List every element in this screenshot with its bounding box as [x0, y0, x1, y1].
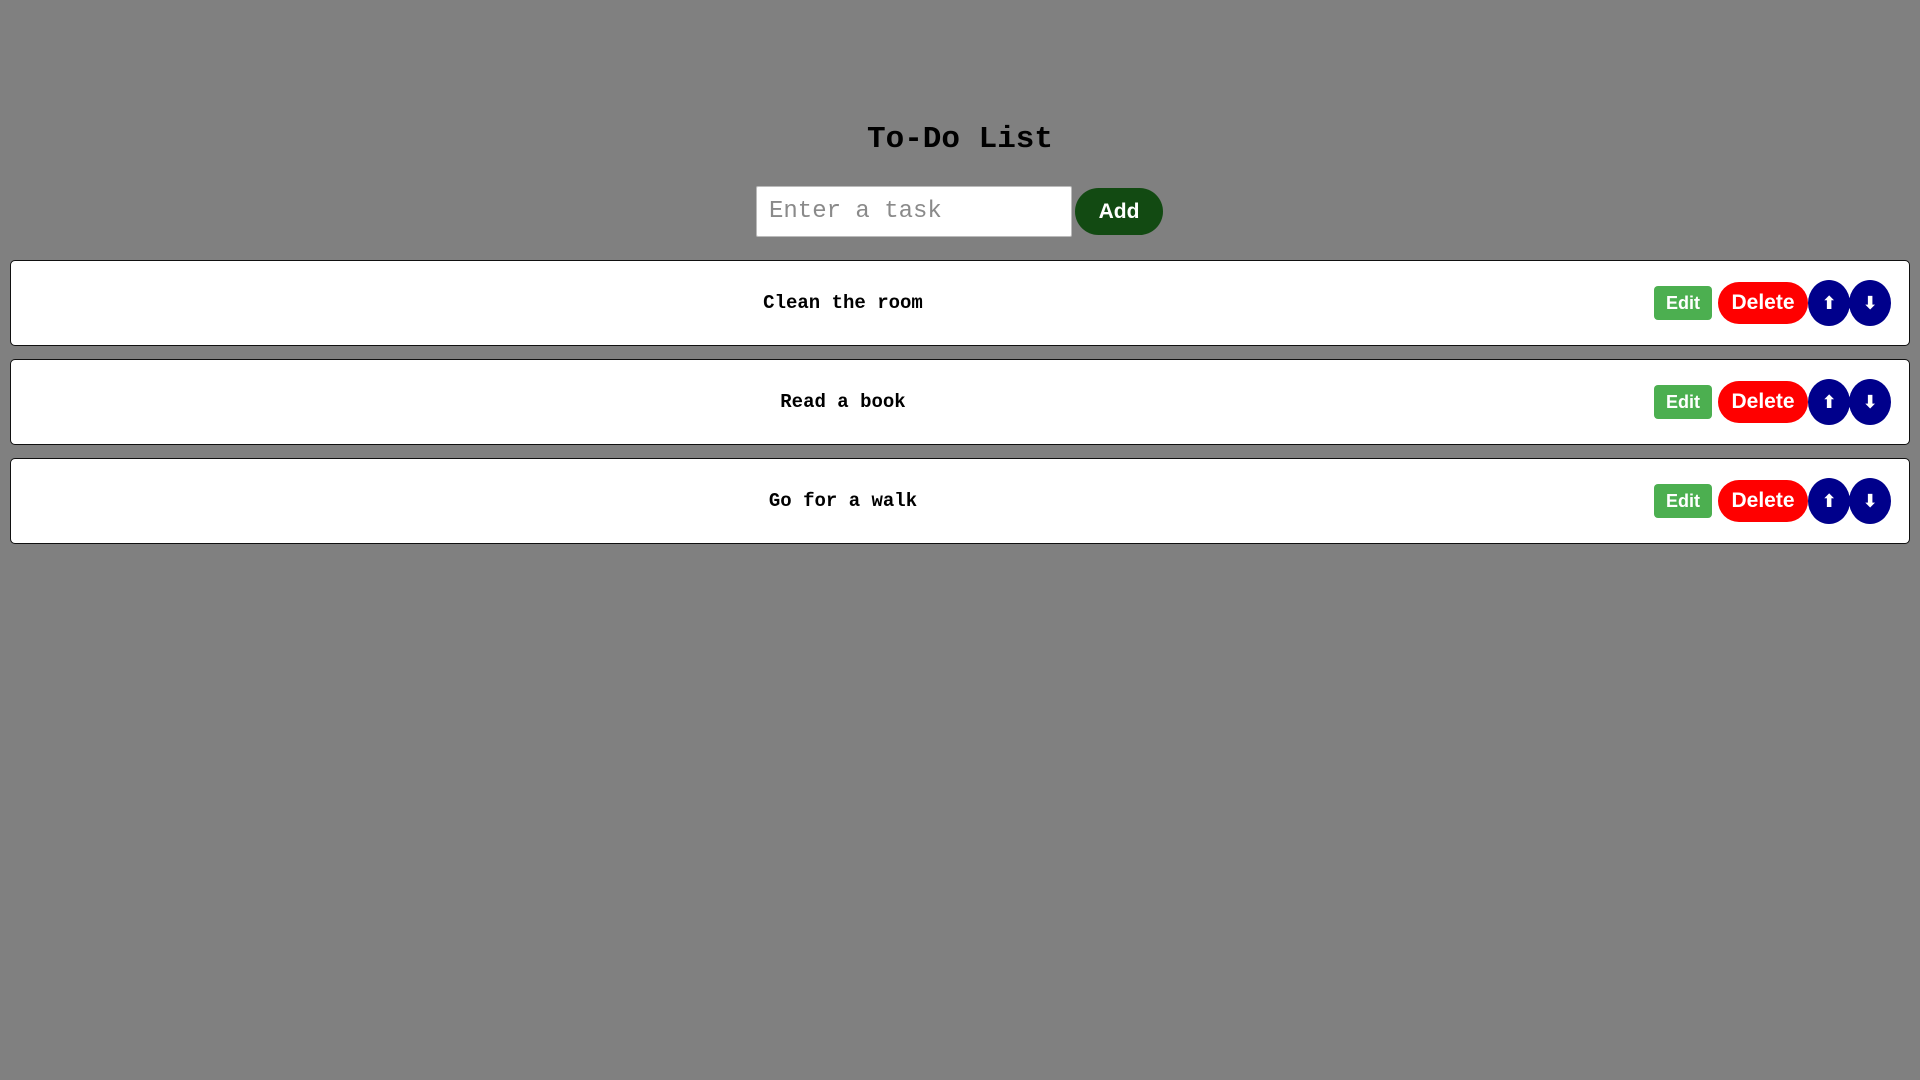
move-down-button[interactable]: ⬇ — [1849, 379, 1891, 425]
task-text: Clean the room — [763, 292, 923, 314]
task-list: Clean the room Edit Delete ⬆ ⬇ Read a bo… — [10, 260, 1910, 557]
task-item: Read a book Edit Delete ⬆ ⬇ — [10, 359, 1910, 445]
up-arrow-icon: ⬆ — [1821, 490, 1837, 512]
move-down-button[interactable]: ⬇ — [1849, 478, 1891, 524]
add-button[interactable]: Add — [1075, 188, 1163, 235]
task-input[interactable] — [756, 186, 1072, 237]
up-arrow-icon: ⬆ — [1821, 292, 1837, 314]
task-item: Go for a walk Edit Delete ⬆ ⬇ — [10, 458, 1910, 544]
down-arrow-icon: ⬇ — [1862, 490, 1878, 512]
edit-button[interactable]: Edit — [1654, 385, 1712, 419]
delete-button[interactable]: Delete — [1718, 282, 1808, 324]
delete-button[interactable]: Delete — [1718, 381, 1808, 423]
task-actions: Edit Delete ⬆ ⬇ — [1654, 360, 1891, 444]
move-up-button[interactable]: ⬆ — [1808, 379, 1850, 425]
page-title: To-Do List — [866, 122, 1054, 157]
task-item: Clean the room Edit Delete ⬆ ⬇ — [10, 260, 1910, 346]
task-text: Go for a walk — [768, 490, 918, 512]
edit-button[interactable]: Edit — [1654, 484, 1712, 518]
delete-button[interactable]: Delete — [1718, 480, 1808, 522]
task-actions: Edit Delete ⬆ ⬇ — [1654, 459, 1891, 543]
down-arrow-icon: ⬇ — [1862, 391, 1878, 413]
add-task-form: Add — [756, 185, 1163, 238]
todo-page: To-Do List Add Clean the room Edit Delet… — [0, 0, 1920, 1080]
edit-button[interactable]: Edit — [1654, 286, 1712, 320]
move-up-button[interactable]: ⬆ — [1808, 478, 1850, 524]
move-up-button[interactable]: ⬆ — [1808, 280, 1850, 326]
task-text: Read a book — [780, 391, 906, 413]
up-arrow-icon: ⬆ — [1821, 391, 1837, 413]
down-arrow-icon: ⬇ — [1862, 292, 1878, 314]
task-actions: Edit Delete ⬆ ⬇ — [1654, 261, 1891, 345]
move-down-button[interactable]: ⬇ — [1849, 280, 1891, 326]
